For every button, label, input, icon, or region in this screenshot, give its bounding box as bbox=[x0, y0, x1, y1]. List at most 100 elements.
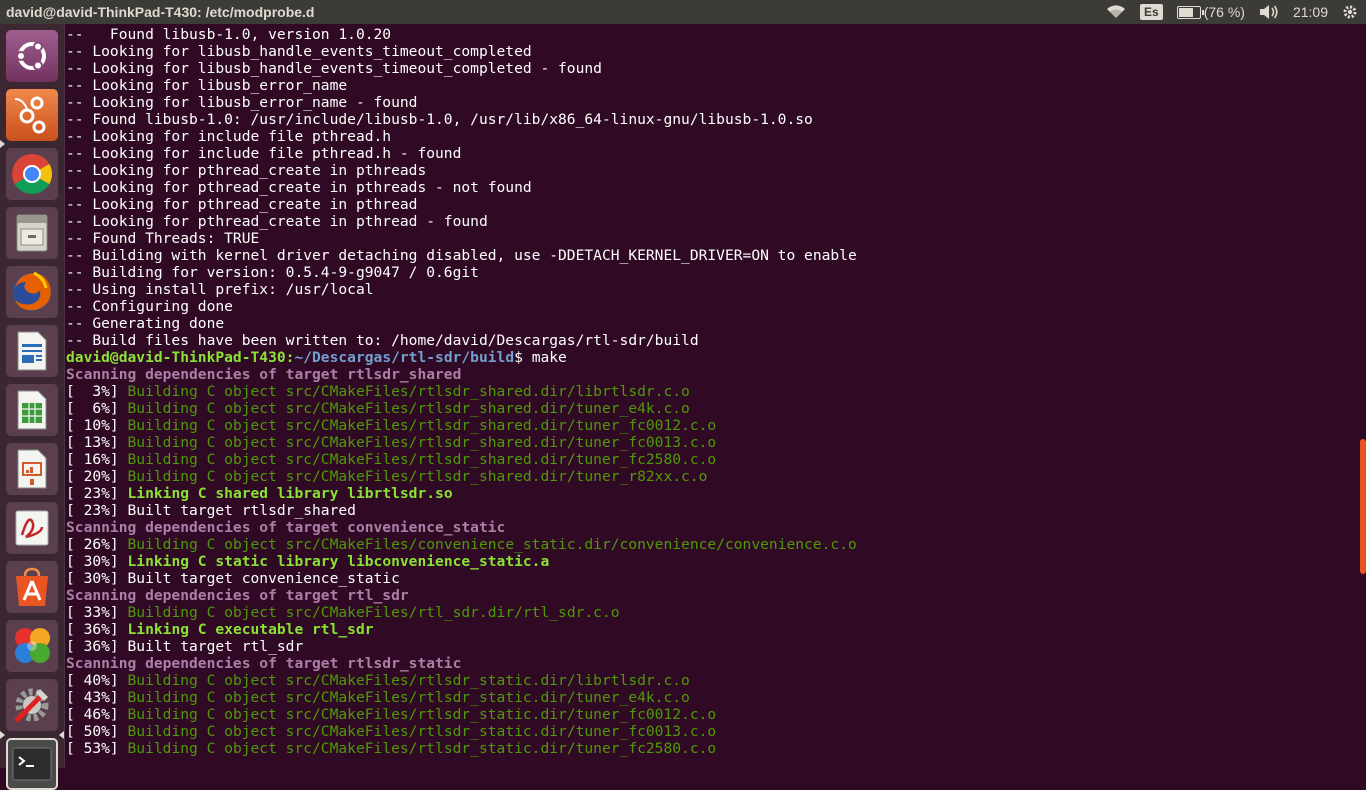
prompt-path: ~/Descargas/rtl-sdr/build bbox=[294, 349, 515, 366]
terminal-line: [ 30%] Linking C static library libconve… bbox=[66, 553, 1358, 570]
terminal-line: -- Found libusb-1.0, version 1.0.20 bbox=[66, 26, 1358, 43]
ubuntu-dash-icon[interactable] bbox=[6, 30, 58, 82]
terminal-line: [ 3%] Building C object src/CMakeFiles/r… bbox=[66, 383, 1358, 400]
terminal-line: -- Looking for libusb_error_name bbox=[66, 77, 1358, 94]
terminal-line: [ 53%] Building C object src/CMakeFiles/… bbox=[66, 740, 1358, 757]
line-text: -- Looking for libusb_error_name bbox=[66, 77, 348, 94]
progress-prefix: [ 10%] bbox=[66, 417, 128, 434]
line-text: -- Looking for include file pthread.h - … bbox=[66, 145, 462, 162]
line-text: -- Build files have been written to: /ho… bbox=[66, 332, 699, 349]
line-text: Linking C executable rtl_sdr bbox=[127, 621, 374, 638]
battery-icon bbox=[1176, 5, 1204, 19]
line-text: [ 30%] Built target convenience_static bbox=[66, 570, 400, 587]
progress-prefix: [ 16%] bbox=[66, 451, 128, 468]
terminal-line: [ 13%] Building C object src/CMakeFiles/… bbox=[66, 434, 1358, 451]
terminal-line: -- Looking for include file pthread.h - … bbox=[66, 145, 1358, 162]
prompt-symbol: $ bbox=[514, 349, 532, 366]
line-text: [ 23%] Built target rtlsdr_shared bbox=[66, 502, 356, 519]
chrome-icon[interactable] bbox=[6, 148, 58, 200]
terminal-line: Scanning dependencies of target rtl_sdr bbox=[66, 587, 1358, 604]
line-text: -- Looking for pthread_create in pthread… bbox=[66, 213, 488, 230]
line-text: -- Looking for include file pthread.h bbox=[66, 128, 392, 145]
line-text: Building C object src/CMakeFiles/rtlsdr_… bbox=[127, 417, 717, 434]
terminal-line: -- Looking for libusb_handle_events_time… bbox=[66, 60, 1358, 77]
terminal-line: Scanning dependencies of target convenie… bbox=[66, 519, 1358, 536]
line-text: Scanning dependencies of target rtlsdr_s… bbox=[66, 655, 462, 672]
terminal-line: [ 33%] Building C object src/CMakeFiles/… bbox=[66, 604, 1358, 621]
terminal-output[interactable]: -- Found libusb-1.0, version 1.0.20 -- Lo… bbox=[65, 24, 1358, 768]
pdf-viewer-icon[interactable] bbox=[6, 502, 58, 554]
line-text: Building C object src/CMakeFiles/rtlsdr_… bbox=[127, 723, 717, 740]
battery-level bbox=[1178, 7, 1194, 17]
line-text: -- Looking for libusb_handle_events_time… bbox=[66, 60, 602, 77]
prompt-user: david@david-ThinkPad-T430 bbox=[66, 349, 286, 366]
terminal-line: -- Looking for pthread_create in pthread bbox=[66, 196, 1358, 213]
terminal-line: [ 36%] Linking C executable rtl_sdr bbox=[66, 621, 1358, 638]
line-text: Building C object src/CMakeFiles/rtlsdr_… bbox=[127, 468, 708, 485]
terminal-line: -- Looking for libusb_error_name - found bbox=[66, 94, 1358, 111]
solitaire-icon[interactable] bbox=[6, 620, 58, 672]
terminal-scrollbar[interactable] bbox=[1358, 24, 1366, 768]
terminal-line: -- Looking for pthread_create in pthread… bbox=[66, 162, 1358, 179]
terminal-line: -- Generating done bbox=[66, 315, 1358, 332]
terminal-line: Scanning dependencies of target rtlsdr_s… bbox=[66, 366, 1358, 383]
writer-icon[interactable] bbox=[6, 325, 58, 377]
volume-icon[interactable] bbox=[1259, 4, 1279, 20]
line-text: Building C object src/CMakeFiles/rtlsdr_… bbox=[127, 740, 717, 757]
progress-prefix: [ 6%] bbox=[66, 400, 128, 417]
progress-prefix: [ 33%] bbox=[66, 604, 128, 621]
terminal-line: [ 50%] Building C object src/CMakeFiles/… bbox=[66, 723, 1358, 740]
file-cabinet-icon[interactable] bbox=[6, 207, 58, 259]
progress-prefix: [ 20%] bbox=[66, 468, 128, 485]
line-text: -- Looking for pthread_create in pthread… bbox=[66, 162, 427, 179]
terminal-line: -- Looking for include file pthread.h bbox=[66, 128, 1358, 145]
keyboard-layout-icon[interactable]: Es bbox=[1140, 4, 1163, 20]
line-text: -- Found Threads: TRUE bbox=[66, 230, 260, 247]
terminal-line: -- Building for version: 0.5.4-9-g9047 /… bbox=[66, 264, 1358, 281]
progress-prefix: [ 3%] bbox=[66, 383, 128, 400]
terminal-line: [ 23%] Built target rtlsdr_shared bbox=[66, 502, 1358, 519]
line-text: Building C object src/CMakeFiles/rtlsdr_… bbox=[127, 434, 717, 451]
battery-indicator[interactable]: (76 %) bbox=[1176, 4, 1245, 20]
line-text: -- Looking for libusb_error_name - found bbox=[66, 94, 418, 111]
terminal-line: [ 26%] Building C object src/CMakeFiles/… bbox=[66, 536, 1358, 553]
wifi-icon[interactable] bbox=[1106, 4, 1126, 20]
line-text: -- Found libusb-1.0, version 1.0.20 bbox=[66, 26, 392, 43]
terminal-line: [ 43%] Building C object src/CMakeFiles/… bbox=[66, 689, 1358, 706]
line-text: Building C object src/CMakeFiles/rtlsdr_… bbox=[127, 689, 690, 706]
keyboard-layout-label: Es bbox=[1140, 4, 1163, 20]
terminal-line: [ 10%] Building C object src/CMakeFiles/… bbox=[66, 417, 1358, 434]
terminal-line: [ 40%] Building C object src/CMakeFiles/… bbox=[66, 672, 1358, 689]
line-text: Building C object src/CMakeFiles/rtlsdr_… bbox=[127, 672, 690, 689]
line-text: -- Using install prefix: /usr/local bbox=[66, 281, 374, 298]
line-text: Linking C shared library librtlsdr.so bbox=[127, 485, 453, 502]
line-text: Scanning dependencies of target rtlsdr_s… bbox=[66, 366, 462, 383]
line-text: Scanning dependencies of target convenie… bbox=[66, 519, 506, 536]
top-panel: david@david-ThinkPad-T430: /etc/modprobe… bbox=[0, 0, 1366, 24]
progress-prefix: [ 30%] bbox=[66, 553, 128, 570]
scrollbar-thumb[interactable] bbox=[1360, 439, 1366, 574]
terminal-line: [ 16%] Building C object src/CMakeFiles/… bbox=[66, 451, 1358, 468]
line-text: Building C object src/CMakeFiles/rtlsdr_… bbox=[127, 451, 717, 468]
line-text: -- Looking for pthread_create in pthread bbox=[66, 196, 418, 213]
system-settings-icon[interactable] bbox=[6, 679, 58, 731]
terminal-line: [ 20%] Building C object src/CMakeFiles/… bbox=[66, 468, 1358, 485]
synaptic-orange-icon[interactable] bbox=[6, 89, 58, 141]
window-title: david@david-ThinkPad-T430: /etc/modprobe… bbox=[6, 4, 315, 20]
clock[interactable]: 21:09 bbox=[1293, 4, 1328, 20]
terminal-line: -- Looking for pthread_create in pthread… bbox=[66, 213, 1358, 230]
gear-icon[interactable] bbox=[1342, 4, 1358, 20]
line-text: -- Generating done bbox=[66, 315, 225, 332]
terminal-prompt-line: david@david-ThinkPad-T430:~/Descargas/rt… bbox=[66, 349, 1358, 366]
firefox-icon[interactable] bbox=[6, 266, 58, 318]
progress-prefix: [ 43%] bbox=[66, 689, 128, 706]
progress-prefix: [ 46%] bbox=[66, 706, 128, 723]
progress-prefix: [ 40%] bbox=[66, 672, 128, 689]
impress-icon[interactable] bbox=[6, 443, 58, 495]
terminal-line: [ 30%] Built target convenience_static bbox=[66, 570, 1358, 587]
progress-prefix: [ 53%] bbox=[66, 740, 128, 757]
terminal-icon[interactable] bbox=[6, 738, 58, 790]
calc-icon[interactable] bbox=[6, 384, 58, 436]
progress-prefix: [ 36%] bbox=[66, 621, 128, 638]
software-center-icon[interactable] bbox=[6, 561, 58, 613]
